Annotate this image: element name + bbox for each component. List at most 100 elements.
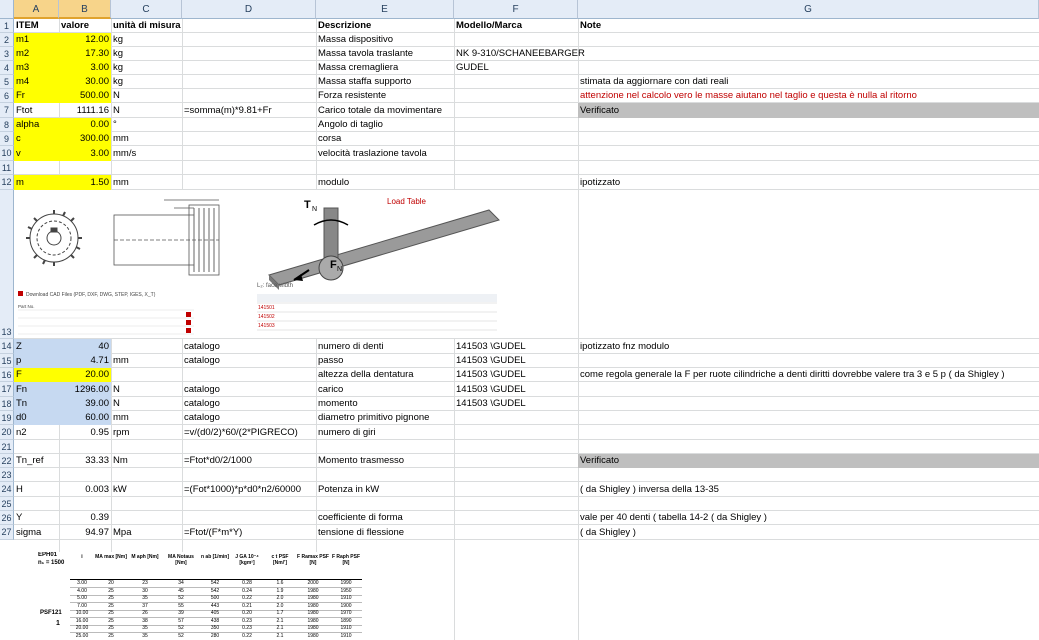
header-descrizione[interactable]: Descrizione	[316, 19, 454, 33]
cell-c19[interactable]: mm	[111, 411, 182, 425]
cell-b27[interactable]: 94.97	[59, 525, 111, 540]
cell-c10[interactable]: mm/s	[111, 146, 182, 161]
col-header-a[interactable]: A	[14, 0, 59, 19]
cell-a22[interactable]: Tn_ref	[14, 454, 59, 468]
cell-c22[interactable]: Nm	[111, 454, 182, 468]
cell-a9[interactable]: c	[14, 132, 59, 146]
cell-d24[interactable]: =(Fot*1000)*p*d0*n2/60000	[182, 482, 303, 497]
cell-a20[interactable]: n2	[14, 425, 59, 440]
cell-b12[interactable]: 1.50	[59, 175, 111, 190]
cell-c7[interactable]: N	[111, 103, 182, 118]
cell-b17[interactable]: 1296.00	[59, 382, 111, 397]
cell-f18[interactable]: 141503 \GUDEL	[454, 397, 528, 411]
cell-d14[interactable]: catalogo	[182, 339, 222, 354]
col-header-d[interactable]: D	[182, 0, 316, 19]
header-item[interactable]: ITEM	[14, 19, 59, 33]
row-header-25[interactable]: 25	[0, 497, 14, 511]
col-header-g[interactable]: G	[578, 0, 1039, 19]
row-header-17[interactable]: 17	[0, 382, 14, 397]
row-header-15[interactable]: 15	[0, 354, 14, 368]
row-header-2[interactable]: 2	[0, 33, 14, 47]
cell-e12[interactable]: modulo	[316, 175, 454, 190]
cell-b15[interactable]: 4.71	[59, 354, 111, 368]
row-header-24[interactable]: 24	[0, 482, 14, 497]
cell-a16[interactable]: F	[14, 368, 59, 382]
catalog-image[interactable]: T N F N Load Table L₂: face width 141501…	[14, 190, 500, 338]
row-header-3[interactable]: 3	[0, 47, 14, 61]
cell-b18[interactable]: 39.00	[59, 397, 111, 411]
cell-b20[interactable]: 0.95	[59, 425, 111, 440]
cell-c9[interactable]: mm	[111, 132, 182, 146]
cell-e15[interactable]: passo	[316, 354, 454, 368]
col-header-e[interactable]: E	[316, 0, 454, 19]
row-header-26[interactable]: 26	[0, 511, 14, 525]
cell-e17[interactable]: carico	[316, 382, 454, 397]
cell-a6[interactable]: Fr	[14, 89, 59, 103]
row-header-12[interactable]: 12	[0, 175, 14, 190]
cell-e18[interactable]: momento	[316, 397, 454, 411]
cell-d15[interactable]: catalogo	[182, 354, 222, 368]
cell-a8[interactable]: alpha	[14, 118, 59, 132]
cell-d18[interactable]: catalogo	[182, 397, 222, 411]
row-header-18[interactable]: 18	[0, 397, 14, 411]
cell-d17[interactable]: catalogo	[182, 382, 222, 397]
cell-c4[interactable]: kg	[111, 61, 182, 75]
cell-b14[interactable]: 40	[59, 339, 111, 354]
cell-g5[interactable]: stimata da aggiornare con dati reali	[578, 75, 730, 89]
cell-f17[interactable]: 141503 \GUDEL	[454, 382, 528, 397]
cell-e6[interactable]: Forza resistente	[316, 89, 454, 103]
row-header-27[interactable]: 27	[0, 525, 14, 540]
cell-c12[interactable]: mm	[111, 175, 182, 190]
cell-c8[interactable]: °	[111, 118, 182, 132]
row-header-20[interactable]: 20	[0, 425, 14, 440]
cell-c2[interactable]: kg	[111, 33, 182, 47]
cell-b2[interactable]: 12.00	[59, 33, 111, 47]
cell-b4[interactable]: 3.00	[59, 61, 111, 75]
cell-a4[interactable]: m3	[14, 61, 59, 75]
row-header-21[interactable]: 21	[0, 440, 14, 454]
cell-b22[interactable]: 33.33	[59, 454, 111, 468]
col-header-b[interactable]: B	[59, 0, 111, 19]
cell-a15[interactable]: p	[14, 354, 59, 368]
row-header-13[interactable]: 13	[0, 190, 14, 339]
cell-c17[interactable]: N	[111, 382, 182, 397]
download-cad-link[interactable]: Download CAD Files (PDF, DXF, DWG, STEP,…	[26, 292, 156, 298]
row-header-14[interactable]: 14	[0, 339, 14, 354]
cell-b5[interactable]: 30.00	[59, 75, 111, 89]
cell-b8[interactable]: 0.00	[59, 118, 111, 132]
cell-f14[interactable]: 141503 \GUDEL	[454, 339, 528, 354]
cell-d19[interactable]: catalogo	[182, 411, 222, 425]
cell-a18[interactable]: Tn	[14, 397, 59, 411]
cell-b7[interactable]: 1111.16	[59, 103, 111, 118]
cell-b19[interactable]: 60.00	[59, 411, 111, 425]
col-header-c[interactable]: C	[111, 0, 182, 19]
row-header-1[interactable]: 1	[0, 19, 14, 33]
select-all-corner[interactable]	[0, 0, 14, 19]
row-header-4[interactable]: 4	[0, 61, 14, 75]
cell-a27[interactable]: sigma	[14, 525, 59, 540]
cell-d7[interactable]: =somma(m)*9.81+Fr	[182, 103, 274, 118]
cell-g14[interactable]: ipotizzato fnz modulo	[578, 339, 671, 354]
cell-e19[interactable]: diametro primitivo pignone	[316, 411, 454, 425]
row-header-11[interactable]: 11	[0, 161, 14, 175]
header-valore[interactable]: valore	[59, 19, 111, 33]
cell-c27[interactable]: Mpa	[111, 525, 182, 540]
cell-f15[interactable]: 141503 \GUDEL	[454, 354, 528, 368]
row-header-9[interactable]: 9	[0, 132, 14, 146]
eph-table-image[interactable]: EPH01 n₁ = 1500 PSF121 1 i MA max [Nm] M a…	[36, 552, 398, 640]
cell-b10[interactable]: 3.00	[59, 146, 111, 161]
row-header-10[interactable]: 10	[0, 146, 14, 161]
cell-e4[interactable]: Massa cremagliera	[316, 61, 454, 75]
cell-a17[interactable]: Fn	[14, 382, 59, 397]
row-header-6[interactable]: 6	[0, 89, 14, 103]
cell-a7[interactable]: Ftot	[14, 103, 59, 118]
cell-f16[interactable]: 141503 \GUDEL	[454, 368, 528, 382]
cell-e20[interactable]: numero di giri	[316, 425, 454, 440]
cell-b9[interactable]: 300.00	[59, 132, 111, 146]
cell-a19[interactable]: d0	[14, 411, 59, 425]
cell-a2[interactable]: m1	[14, 33, 59, 47]
row-header-7[interactable]: 7	[0, 103, 14, 118]
row-header-19[interactable]: 19	[0, 411, 14, 425]
cell-d20[interactable]: =v/(d0/2)*60/(2*PIGRECO)	[182, 425, 300, 440]
header-modello[interactable]: Modello/Marca	[454, 19, 578, 33]
